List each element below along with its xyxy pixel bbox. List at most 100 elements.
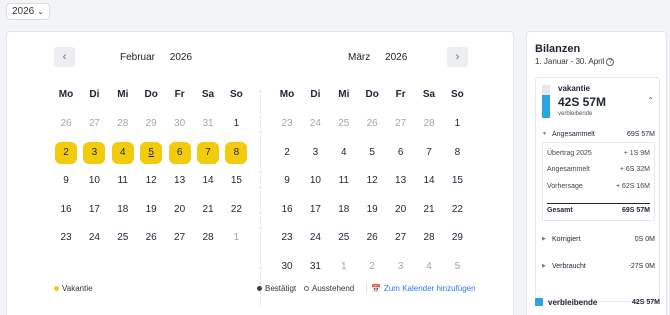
day-number: 27	[395, 232, 407, 244]
calendar-day[interactable]: 22	[446, 199, 468, 221]
day-number: 9	[63, 175, 69, 187]
calendar-day[interactable]: 19	[361, 199, 383, 221]
calendar-day[interactable]: 28	[197, 227, 219, 249]
calendar-day[interactable]: 10	[304, 170, 326, 192]
calendar-day[interactable]: 21	[197, 199, 219, 221]
calendar-day[interactable]: 23	[276, 113, 298, 135]
calendar-day[interactable]: 31	[304, 256, 326, 278]
calendar-day[interactable]: 6	[390, 142, 412, 164]
chevron-right-icon: ›	[455, 51, 460, 63]
calendar-day[interactable]: 29	[140, 113, 162, 135]
calendar-day[interactable]: 20	[390, 199, 412, 221]
calendar-day[interactable]: 5	[446, 256, 468, 278]
calendar-day[interactable]: 29	[446, 227, 468, 249]
calendar-day[interactable]: 14	[197, 170, 219, 192]
calendar-day[interactable]: 31	[197, 113, 219, 135]
calendar-day[interactable]: 25	[333, 113, 355, 135]
calendar-day[interactable]: 12	[361, 170, 383, 192]
calendar-day[interactable]: 1	[225, 113, 247, 135]
calendar-day[interactable]: 9	[276, 170, 298, 192]
calendar-day[interactable]: 28	[112, 113, 134, 135]
calendar-day[interactable]: 14	[418, 170, 440, 192]
next-month-button[interactable]: ›	[447, 47, 468, 67]
calendar-day[interactable]: 24	[304, 227, 326, 249]
calendar-day[interactable]: 15	[446, 170, 468, 192]
calendar-day[interactable]: 27	[390, 227, 412, 249]
day-number: 31	[202, 118, 214, 129]
calendar-day[interactable]: 4	[418, 256, 440, 278]
calendar-day[interactable]: 3	[304, 142, 326, 164]
calendar-day[interactable]: 17	[83, 199, 105, 221]
prev-month-button[interactable]: ‹	[54, 47, 75, 67]
vacation-day[interactable]: 5	[140, 141, 163, 164]
calendar-day[interactable]: 1	[225, 227, 247, 249]
calendar-day[interactable]: 7	[418, 142, 440, 164]
vacation-day[interactable]: 2	[55, 141, 77, 164]
legend-pending-label: Ausstehend	[312, 284, 355, 293]
calendar-day[interactable]: 23	[55, 227, 77, 249]
calendar-day[interactable]: 24	[304, 113, 326, 135]
calendar-day[interactable]: 28	[418, 227, 440, 249]
calendar-day[interactable]: 18	[333, 199, 355, 221]
calendar-day[interactable]: 13	[169, 170, 191, 192]
calendar-day[interactable]: 26	[140, 227, 162, 249]
vacation-day[interactable]: 6	[168, 141, 191, 164]
corrected-toggle[interactable]: ▶ Korrigiert 0S 0M	[542, 230, 655, 248]
calendar-day[interactable]: 26	[55, 113, 77, 135]
vacation-day[interactable]: 4	[111, 141, 134, 164]
calendar-day[interactable]: 26	[361, 227, 383, 249]
calendar-day[interactable]: 12	[140, 170, 162, 192]
day-number: 4	[341, 146, 347, 158]
calendar-day[interactable]: 11	[333, 170, 355, 192]
calendar-day[interactable]: 13	[390, 170, 412, 192]
balances-range: 1. Januar - 30. April?	[535, 57, 615, 66]
calendar-day[interactable]: 21	[418, 199, 440, 221]
calendar-day[interactable]: 16	[55, 199, 77, 221]
calendar-day[interactable]: 24	[83, 227, 105, 249]
month-title: Februar 2026	[120, 52, 192, 63]
day-number: 3	[312, 146, 319, 158]
calendar-day[interactable]: 25	[112, 227, 134, 249]
calendar-day[interactable]: 10	[83, 170, 105, 192]
calendar-day[interactable]: 30	[169, 113, 191, 135]
calendar-day[interactable]: 8	[446, 142, 468, 164]
calendar-day[interactable]: 15	[225, 170, 247, 192]
calendar-day[interactable]: 20	[169, 199, 191, 221]
calendar-day[interactable]: 1	[333, 256, 355, 278]
used-toggle[interactable]: ▶ Verbraucht -27S 0M	[542, 257, 655, 275]
calendar-day[interactable]: 2	[361, 256, 383, 278]
accrued-toggle[interactable]: ▼ Angesammelt 69S 57M	[542, 126, 655, 142]
vacation-day[interactable]: 3	[83, 141, 106, 164]
add-to-calendar-link[interactable]: 📅 Zum Kalender hinzufügen	[371, 284, 476, 293]
add-to-calendar-label: Zum Kalender hinzufügen	[383, 284, 476, 293]
calendar-day[interactable]: 25	[333, 227, 355, 249]
calendar-day[interactable]: 23	[276, 227, 298, 249]
calendar-day[interactable]: 1	[446, 113, 468, 135]
info-icon[interactable]: ?	[606, 57, 615, 66]
calendar-day[interactable]: 3	[390, 256, 412, 278]
calendar-day[interactable]: 28	[418, 113, 440, 135]
used-label: Verbraucht	[552, 262, 586, 270]
calendar-day[interactable]: 27	[169, 227, 191, 249]
calendar-day[interactable]: 22	[225, 199, 247, 221]
calendar-day[interactable]: 19	[140, 199, 162, 221]
calendar-day[interactable]: 11	[112, 170, 134, 192]
calendar-day[interactable]: 2	[276, 142, 298, 164]
calendar-day[interactable]: 18	[112, 199, 134, 221]
calendar-day[interactable]: 17	[304, 199, 326, 221]
calendar-day[interactable]: 30	[276, 256, 298, 278]
calendar-day[interactable]: 4	[333, 142, 355, 164]
year-select[interactable]: 2026 ⌄	[6, 3, 50, 20]
vacation-day[interactable]: 7	[197, 141, 219, 164]
calendar-day[interactable]: 27	[390, 113, 412, 135]
day-number: 5	[148, 146, 154, 158]
caret-right-icon: ▶	[542, 236, 546, 242]
calendar-day[interactable]: 9	[55, 170, 77, 192]
calendar-day[interactable]: 26	[361, 113, 383, 135]
vacation-day[interactable]: 8	[225, 141, 248, 164]
calendar-day[interactable]: 16	[276, 199, 298, 221]
calendar-day[interactable]: 27	[83, 113, 105, 135]
calendar-day[interactable]: 5	[361, 142, 383, 164]
day-number: 30	[281, 261, 293, 272]
chevron-up-icon[interactable]: ⌃	[647, 96, 654, 105]
